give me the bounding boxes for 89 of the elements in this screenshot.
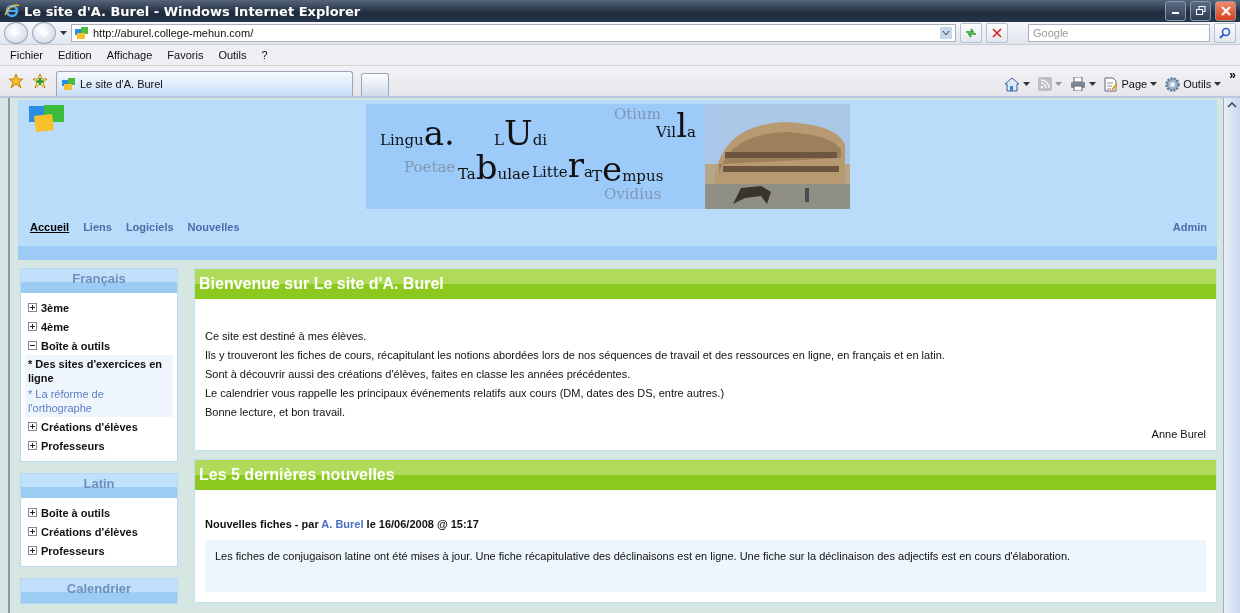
author-link[interactable]: A. Burel [321,518,364,530]
text-line: Bonne lecture, et bon travail. [205,405,347,420]
address-field[interactable]: http://aburel.college-mehun.com/ [71,24,956,42]
expand-icon[interactable] [28,422,37,431]
search-icon [1219,27,1231,39]
banner-word: Tabulae [458,150,530,184]
site-icon [75,26,89,40]
sidebar-title: Calendrier [66,581,132,596]
nav-link[interactable]: Nouvelles [187,221,240,233]
news-heading: Nouvelles fiches - par A. Burel le 16/06/2008 @ 15:17 [205,518,480,530]
banner-word: Tempus [592,152,664,186]
banner-word: Poetae [404,159,456,175]
home-icon [1004,76,1021,92]
admin-link[interactable]: Admin [1172,221,1207,233]
nav-link[interactable]: Logiciels [125,221,174,233]
banner-word: Ovidius [604,186,662,202]
caret-icon [1214,82,1222,86]
stop-icon [992,28,1002,38]
expand-icon[interactable] [28,441,37,450]
overflow-chevron[interactable]: » [1229,68,1236,82]
sidebar-title: Français [72,271,126,286]
sidebar-link[interactable]: Boîte à outils [41,339,111,352]
news-text: Les fiches de conjugaison latine ont été mises à jour. Une fiche récapitulative des déclinaisons est en ligne. Une fiche sur la déclinaison des adjectifs est en cours d'élaboration. [215,550,1072,562]
site-icon [62,77,76,91]
menu-item[interactable]: ? [261,49,268,61]
banner-word: Lingua. [380,116,455,150]
search-button[interactable] [1214,23,1236,43]
sidebar-link[interactable]: 4ème [41,320,70,333]
text-line: Ce site est destiné à mes élèves. [205,329,368,344]
text-line: Sont à découvrir aussi des créations d'élèves, faites en classe les années précédentes. [205,367,632,382]
site-logo-icon [28,104,66,134]
refresh-button[interactable] [960,23,982,43]
browser-logo-icon [4,3,20,19]
sidebar-sublink[interactable]: * La réforme de l'orthographe [28,387,170,415]
sidebar-link[interactable]: 3ème [41,301,70,314]
page-menu[interactable]: Page [1104,72,1158,96]
expand-icon[interactable] [28,322,37,331]
banner-word: LUdi [494,116,548,150]
gear-icon [1165,76,1181,92]
nav-link[interactable]: Liens [83,221,112,233]
caret-icon [1023,82,1031,86]
text-line: Le calendrier vous rappelle les principaux événements relatifs aux cours (DM, dates des DS, entre autres.) [205,386,726,401]
restore-icon [1195,6,1206,16]
caret-icon [1055,82,1063,86]
sidebar-link[interactable]: Professeurs [41,544,105,557]
favorites-star-icon[interactable] [8,73,24,89]
window-title: Le site d'A. Burel - Windows Internet Explorer [24,3,362,19]
menu-item[interactable]: Fichier [10,49,43,61]
sidebar-link[interactable]: Créations d'élèves [41,420,138,433]
expand-icon[interactable] [28,527,37,536]
dropdown-icon [940,27,952,39]
feed-icon [1038,77,1053,91]
restore-button[interactable] [1190,1,1211,21]
search-field[interactable]: Google [1028,24,1210,42]
text-line: Ils y trouveront les fiches de cours, récapitulant les notions abordées lors de nos séquences de travail et des ressources en ligne, en français et en latin. [205,348,946,363]
signature: Anne Burel [1150,428,1206,440]
sidebar-sublink[interactable]: * Des sites d'exercices en ligne [28,357,170,385]
tools-menu[interactable]: Outils [1165,72,1222,96]
banner-word: Otium [614,106,661,122]
page-icon [1104,76,1119,92]
printer-icon [1070,77,1087,91]
back-arrow-icon [11,28,21,38]
panel-title: Bienvenue sur Le site d'A. Burel [199,275,444,293]
menu-item[interactable]: Favoris [167,49,204,61]
menu-item[interactable]: Affichage [106,49,153,61]
nav-link[interactable]: Accueil [30,221,70,233]
minimize-button[interactable] [1165,1,1186,21]
banner-word: Littera [532,148,593,182]
caret-icon [1089,82,1097,86]
close-button[interactable] [1215,1,1236,21]
stop-button[interactable] [986,23,1008,43]
refresh-icon [965,28,977,38]
browser-tab[interactable]: Le site d'A. Burel [56,71,353,96]
sidebar-title: Latin [83,476,115,491]
sidebar-link[interactable]: Professeurs [41,439,105,452]
menu-item[interactable]: Edition [58,49,92,61]
add-favorite-icon[interactable] [32,73,48,89]
sidebar-link[interactable]: Boîte à outils [41,506,111,519]
expand-icon[interactable] [28,303,37,312]
sidebar-link[interactable]: Créations d'élèves [41,525,138,538]
expand-icon[interactable] [28,546,37,555]
panel-title: Les 5 dernières nouvelles [199,466,395,484]
collapse-icon[interactable] [28,341,37,350]
expand-icon[interactable] [28,508,37,517]
caret-icon [60,31,67,35]
caret-icon [1150,82,1158,86]
forward-arrow-icon [39,28,49,38]
menu-item[interactable]: Outils [218,49,247,61]
close-icon [1220,6,1231,16]
